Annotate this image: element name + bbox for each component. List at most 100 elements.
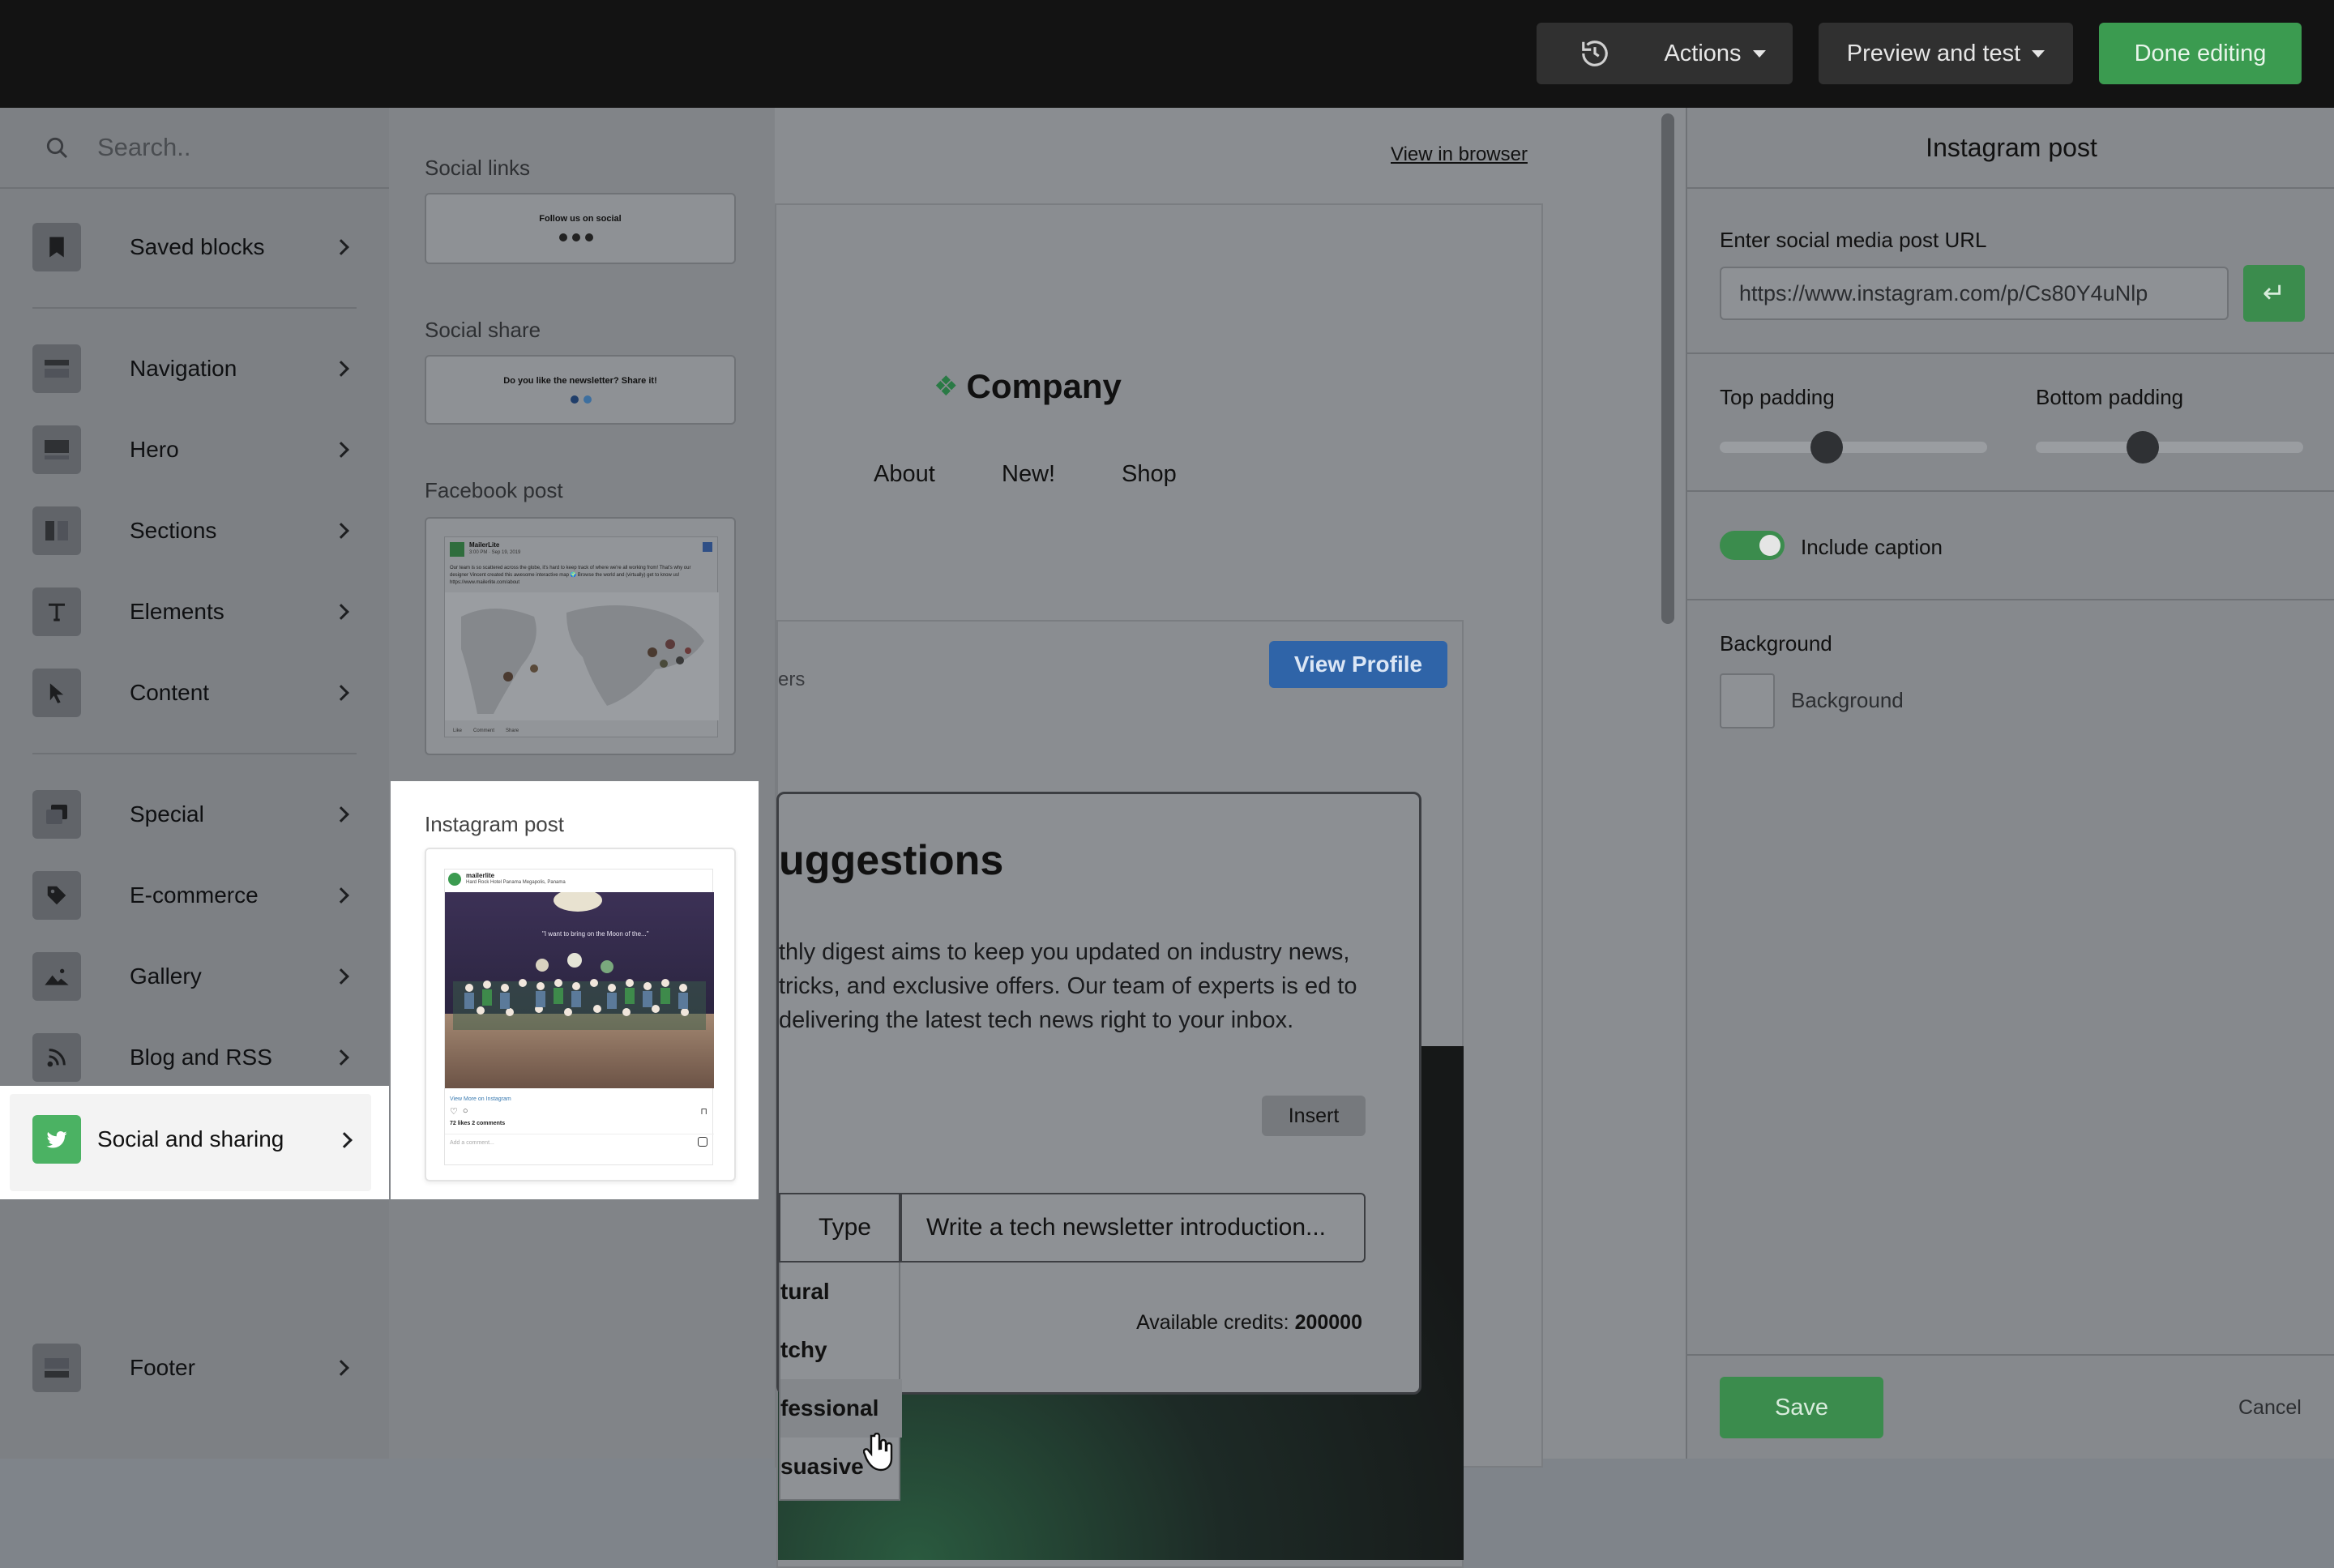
tone-option[interactable]: tural — [780, 1263, 902, 1321]
background-heading: Background — [1720, 631, 1832, 656]
chevron-right-icon — [333, 1360, 349, 1376]
sidebar-item-e-commerce[interactable]: E-commerce — [32, 869, 365, 922]
block-social-links[interactable]: Follow us on social — [425, 193, 736, 264]
preview-and-test-dropdown[interactable]: Preview and test — [1819, 23, 2073, 84]
chevron-right-icon — [333, 1049, 349, 1066]
comment-icon: ○ — [462, 1106, 468, 1116]
sidebar-item-hero[interactable]: Hero — [32, 423, 365, 476]
history-button[interactable] — [1537, 23, 1653, 84]
sidebar-item-gallery[interactable]: Gallery — [32, 950, 365, 1003]
nav-link-shop[interactable]: Shop — [1122, 461, 1177, 488]
rss-icon — [32, 1033, 81, 1082]
insert-button[interactable]: Insert — [1262, 1096, 1366, 1136]
canvas-scrollbar[interactable] — [1661, 113, 1674, 624]
top-toolbar: Actions Preview and test Done editing — [0, 0, 2334, 108]
avatar — [448, 873, 461, 886]
ai-panel-title: uggestions — [779, 837, 1004, 884]
block-category-sidebar: Search.. Saved blocks Navigation Hero Se… — [0, 108, 389, 1459]
search-input[interactable]: Search.. — [97, 133, 190, 162]
sidebar-item-label: Gallery — [130, 963, 202, 989]
include-caption-toggle[interactable] — [1720, 531, 1785, 560]
nav-link-about[interactable]: About — [874, 461, 935, 488]
facebook-author: MailerLite — [469, 541, 500, 549]
facebook-date: 3:00 PM · Sep 19, 2019 — [469, 550, 521, 555]
history-icon — [1582, 41, 1608, 66]
bottom-padding-slider-handle[interactable] — [2127, 431, 2159, 464]
block-title-instagram-post: Instagram post — [425, 812, 564, 836]
instagram-block-highlight: Instagram post mailerlite Hard Rock Hote… — [391, 781, 759, 1199]
sidebar-item-label: Saved blocks — [130, 234, 265, 259]
heart-icon: ♡ — [450, 1107, 458, 1117]
facebook-icon — [703, 542, 712, 552]
tag-icon — [32, 871, 81, 920]
text-icon — [32, 587, 81, 636]
sidebar-item-label: Hero — [130, 437, 179, 462]
block-preview-text: Follow us on social — [539, 214, 622, 224]
view-profile-button[interactable]: View Profile — [1269, 641, 1447, 688]
search-bar[interactable]: Search.. — [0, 108, 389, 189]
sidebar-item-sections[interactable]: Sections — [32, 504, 365, 558]
background-color-swatch[interactable] — [1720, 673, 1775, 728]
divider — [32, 753, 357, 754]
view-in-browser-link[interactable]: View in browser — [1391, 143, 1528, 166]
sidebar-item-navigation[interactable]: Navigation — [32, 342, 365, 395]
prompt-input[interactable]: Write a tech newsletter introduction... — [900, 1193, 1366, 1263]
sidebar-item-blog-and-rss[interactable]: Blog and RSS — [32, 1031, 365, 1084]
sidebar-item-label: Navigation — [130, 356, 237, 381]
sidebar-item-label: Footer — [130, 1355, 195, 1380]
actions-dropdown[interactable]: Actions — [1637, 23, 1793, 84]
sidebar-item-footer[interactable]: Footer — [32, 1341, 365, 1395]
block-instagram-post[interactable]: mailerlite Hard Rock Hotel Panama Megapo… — [425, 848, 736, 1181]
sidebar-item-label: Special — [130, 801, 204, 827]
include-caption-label: Include caption — [1801, 535, 1943, 559]
ai-suggestion-text: thly digest aims to keep you updated on … — [779, 939, 1357, 1033]
block-social-share[interactable]: Do you like the newsletter? Share it! — [425, 355, 736, 425]
instagram-stats: 72 likes 2 comments — [450, 1121, 506, 1126]
bookmark-icon — [32, 223, 81, 271]
chevron-right-icon — [333, 523, 349, 539]
tone-option[interactable]: tchy — [780, 1321, 902, 1379]
instagram-account: mailerlite — [466, 872, 495, 879]
cancel-button[interactable]: Cancel — [2238, 1396, 2302, 1420]
sidebar-item-label: Content — [130, 680, 210, 705]
ai-writing-assistant: uggestions thly digest aims to keep you … — [776, 792, 1421, 1501]
sidebar-item-special[interactable]: Special — [32, 788, 365, 841]
done-editing-button[interactable]: Done editing — [2099, 23, 2302, 84]
email-canvas: View in browser ❖ Company About New! Sho… — [775, 108, 1686, 1568]
block-title-facebook-post: Facebook post — [425, 478, 563, 502]
chevron-right-icon — [333, 685, 349, 701]
nav-link-new[interactable]: New! — [1002, 461, 1055, 488]
block-title-social-share: Social share — [425, 318, 541, 342]
top-padding-label: Top padding — [1720, 385, 1835, 409]
sidebar-item-content[interactable]: Content — [32, 666, 365, 720]
footer-icon — [32, 1344, 81, 1392]
svg-text:"I want to bring on the Moon o: "I want to bring on the Moon of the..." — [542, 930, 649, 938]
submit-url-button[interactable]: ↵ — [2243, 265, 2305, 322]
divider — [1687, 352, 2334, 354]
chevron-down-icon — [2032, 49, 2045, 58]
sidebar-item-elements[interactable]: Elements — [32, 585, 365, 639]
special-icon — [32, 790, 81, 839]
post-url-input[interactable]: https://www.instagram.com/p/Cs80Y4uNlp — [1720, 267, 2229, 320]
top-padding-slider[interactable] — [1720, 442, 1987, 453]
divider — [1687, 490, 2334, 492]
sidebar-item-label: Sections — [130, 518, 217, 543]
instagram-view-more-link: View More on Instagram — [450, 1096, 511, 1102]
hand-cursor-icon — [863, 1433, 893, 1472]
top-padding-slider-handle[interactable] — [1810, 431, 1843, 464]
block-title-social-links: Social links — [425, 156, 531, 180]
block-facebook-post[interactable]: MailerLite 3:00 PM · Sep 19, 2019 Our te… — [425, 517, 736, 755]
share-icons-preview — [571, 395, 592, 404]
type-selector[interactable]: Type — [779, 1193, 900, 1263]
chevron-right-icon — [333, 806, 349, 822]
save-button[interactable]: Save — [1720, 1377, 1883, 1438]
tone-option[interactable]: fessional — [780, 1379, 902, 1438]
facebook-body: Our team is so scattered across the glob… — [450, 566, 691, 585]
chevron-right-icon — [333, 887, 349, 904]
block-preview-text: Do you like the newsletter? Share it! — [503, 376, 657, 386]
block-settings-panel: Instagram post Enter social media post U… — [1686, 108, 2334, 1459]
bottom-padding-slider[interactable] — [2036, 442, 2303, 453]
sidebar-item-saved-blocks[interactable]: Saved blocks — [32, 220, 365, 274]
sidebar-item-social-and-sharing[interactable]: Social and sharing — [0, 1086, 389, 1199]
team-photo-image: "I want to bring on the Moon of the..." — [445, 892, 714, 1088]
